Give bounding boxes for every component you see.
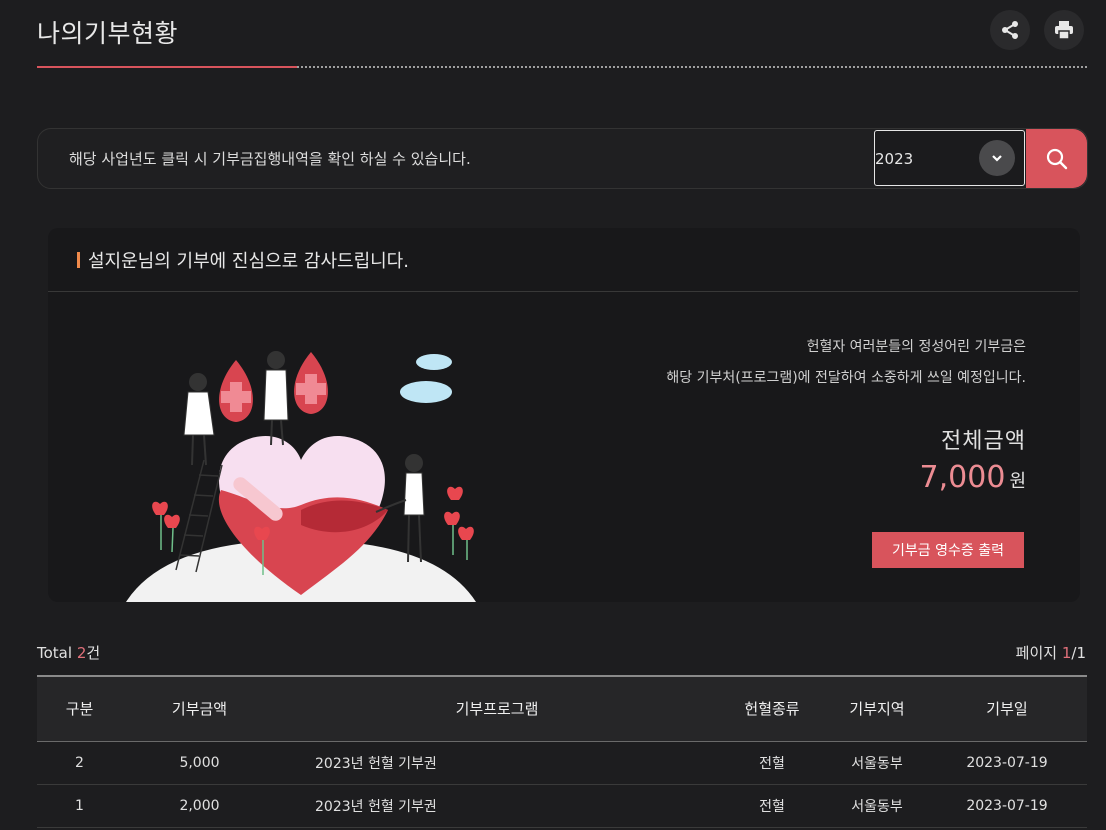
heading-bar	[77, 252, 80, 268]
donation-amount: 2,000	[179, 797, 220, 814]
donation-region: 서울동부	[851, 755, 903, 772]
donation-table: 구분 기부금액 기부프로그램 헌혈종류 기부지역 기부일 2 5,000 202…	[37, 675, 1087, 828]
total-amount: 7,000 원	[920, 460, 1026, 495]
page-prefix: 페이지	[1015, 644, 1062, 662]
page-current: 1	[1061, 644, 1072, 662]
blood-donation-illustration	[126, 351, 476, 602]
row-number: 2	[75, 754, 84, 771]
donation-region: 서울동부	[851, 798, 903, 815]
total-amount-label: 전체금액	[941, 429, 1026, 454]
total-count-value: 2	[76, 644, 87, 662]
share-button[interactable]	[990, 10, 1030, 50]
table-row: 1 2,000 2023년 헌혈 기부권 전혈 서울동부 2023-07-19	[37, 784, 1087, 827]
card-heading: 설지운님의 기부에 진심으로 감사드립니다.	[88, 251, 409, 272]
currency-unit: 원	[1009, 471, 1026, 492]
column-header: 기부지역	[849, 700, 905, 719]
print-button[interactable]	[1044, 10, 1084, 50]
search-bar: 해당 사업년도 클릭 시 기부금집행내역을 확인 하실 수 있습니다. 2023	[37, 128, 1088, 189]
search-icon	[1046, 148, 1067, 169]
column-header: 구분	[65, 700, 94, 719]
page-indicator: 페이지 1/1	[1016, 642, 1086, 663]
donation-program: 2023년 헌혈 기부권	[315, 798, 437, 815]
column-header: 기부프로그램	[455, 700, 539, 719]
search-button[interactable]	[1026, 129, 1087, 188]
donation-amount: 5,000	[179, 754, 220, 771]
thanks-message-line1: 헌혈자 여러분들의 정성어린 기부금은	[806, 339, 1026, 355]
donation-date: 2023-07-19	[966, 797, 1048, 814]
total-count: Total 2건	[37, 642, 100, 663]
card-header: 설지운님의 기부에 진심으로 감사드립니다.	[48, 228, 1078, 292]
column-header: 기부금액	[171, 700, 228, 719]
donation-type: 전혈	[759, 798, 785, 815]
search-notice: 해당 사업년도 클릭 시 기부금집행내역을 확인 하실 수 있습니다.	[69, 150, 471, 168]
title-underline	[37, 66, 1087, 68]
column-header: 기부일	[986, 700, 1028, 719]
total-amount-value: 7,000	[919, 460, 1006, 495]
thanks-message-line2: 해당 기부처(프로그램)에 전달하여 소중하게 쓰일 예정입니다.	[666, 370, 1026, 386]
donation-date: 2023-07-19	[966, 754, 1048, 771]
table-row: 2 5,000 2023년 헌혈 기부권 전혈 서울동부 2023-07-19	[37, 741, 1087, 784]
donation-summary-card: 설지운님의 기부에 진심으로 감사드립니다. 헌혈자 여러분들의 정성어린 기부…	[48, 228, 1080, 602]
donation-type: 전혈	[759, 755, 785, 772]
print-icon	[1055, 21, 1073, 40]
year-select-value: 2023	[875, 150, 914, 168]
chevron-down-icon	[979, 140, 1015, 176]
column-header: 헌혈종류	[744, 700, 800, 719]
year-select[interactable]: 2023	[874, 130, 1025, 186]
total-prefix: Total	[37, 644, 77, 662]
share-icon	[1002, 21, 1018, 39]
page-total: 1	[1076, 644, 1086, 662]
total-suffix: 건	[86, 644, 101, 662]
donation-program: 2023년 헌혈 기부권	[315, 755, 437, 772]
table-header-row: 구분 기부금액 기부프로그램 헌혈종류 기부지역 기부일	[37, 676, 1087, 741]
print-receipt-button[interactable]: 기부금 영수증 출력	[872, 532, 1024, 568]
row-number: 1	[75, 797, 84, 814]
page-title: 나의기부현황	[37, 19, 179, 48]
